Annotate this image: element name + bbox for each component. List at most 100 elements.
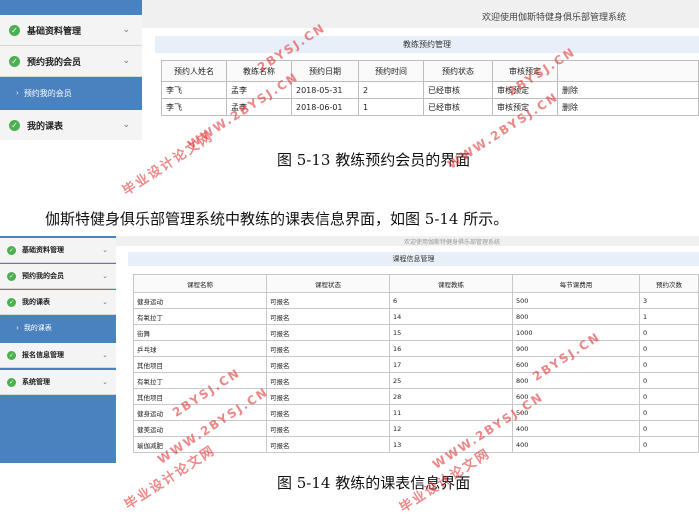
table-cell: 17 bbox=[389, 356, 513, 373]
header-bar: 欢迎使用伽斯特健身俱乐部管理系统 bbox=[142, 0, 699, 28]
check-circle-icon: ✓ bbox=[7, 245, 16, 255]
course-table: 课程名称 课程状态 课程教练 每节课费用 预约次数 健身运动 可报名 6 500 3 有氧拉丁 可报… bbox=[133, 274, 699, 453]
table-cell: 900 bbox=[512, 340, 640, 357]
table-cell: 1 bbox=[358, 98, 424, 116]
table-cell: 健美运动 bbox=[133, 420, 267, 437]
table-cell: 2018-06-01 bbox=[291, 98, 359, 116]
arrow-right-icon: › bbox=[16, 89, 19, 97]
table-cell: 25 bbox=[389, 372, 513, 389]
table-cell: 删除 bbox=[557, 81, 699, 99]
table-cell: 0 bbox=[639, 340, 699, 357]
table-cell: 0 bbox=[639, 404, 699, 421]
table-cell: 0 bbox=[639, 372, 699, 389]
table-cell: 0 bbox=[639, 420, 699, 437]
table-cell: 已经审核 bbox=[423, 81, 493, 99]
table-cell: 0 bbox=[639, 436, 699, 453]
table-cell: 健身运动 bbox=[133, 292, 267, 309]
table-cell: 审核预定 bbox=[492, 98, 558, 116]
table-cell: 李飞 bbox=[161, 81, 227, 99]
column-header: 课程状态 bbox=[266, 274, 390, 293]
table-row: 有氧拉丁 可报名 14 800 1 bbox=[133, 308, 699, 325]
table-row: 健身运动 可报名 6 500 3 bbox=[133, 292, 699, 309]
table-cell: 街舞 bbox=[133, 324, 267, 341]
sidebar-group-label: 基础资料管理 bbox=[22, 246, 64, 254]
table-cell: 16 bbox=[389, 340, 513, 357]
table-header-row: 预约人姓名 教练名称 预约日期 预约时间 预约状态 审核预定 bbox=[161, 60, 699, 82]
table-cell: 孟李 bbox=[226, 98, 292, 116]
table-row: 乒乓球 可报名 16 900 0 bbox=[133, 340, 699, 357]
table-cell: 其他项目 bbox=[133, 388, 267, 405]
sidebar-group-my-bookings[interactable]: ✓ 预约我的会员 ⌄ bbox=[0, 264, 116, 289]
welcome-text: 欢迎使用伽斯特健身俱乐部管理系统 bbox=[404, 239, 501, 246]
table-cell: 瑜伽减肥 bbox=[133, 436, 267, 453]
table-cell: 11 bbox=[389, 404, 513, 421]
table-cell: 0 bbox=[639, 356, 699, 373]
sidebar-group-my-schedule[interactable]: ✓ 我的课表 ⌄ bbox=[0, 290, 116, 315]
table-cell: 可报名 bbox=[266, 436, 390, 453]
chevron-down-icon: ⌄ bbox=[102, 378, 108, 386]
table-cell: 孟李 bbox=[226, 81, 292, 99]
table-cell: 健身运动 bbox=[133, 404, 267, 421]
sidebar-group-my-bookings[interactable]: ✓ 预约我的会员 ⌄ bbox=[0, 46, 142, 77]
sidebar-group-label: 系统管理 bbox=[22, 378, 50, 386]
sidebar-group-my-schedule[interactable]: ✓ 我的课表 ⌄ bbox=[0, 110, 142, 140]
column-header: 教练名称 bbox=[226, 60, 292, 82]
table-row: 健美运动 可报名 12 400 0 bbox=[133, 420, 699, 437]
table-cell: 1000 bbox=[512, 324, 640, 341]
check-circle-icon: ✓ bbox=[9, 24, 20, 36]
chevron-down-icon: ⌄ bbox=[122, 56, 130, 66]
table-row: 健身运动 可报名 11 500 0 bbox=[133, 404, 699, 421]
table-cell: 乒乓球 bbox=[133, 340, 267, 357]
table-cell: 12 bbox=[389, 420, 513, 437]
check-circle-icon: ✓ bbox=[7, 350, 16, 360]
table-cell: 800 bbox=[512, 308, 640, 325]
table-row: 其他项目 可报名 17 600 0 bbox=[133, 356, 699, 373]
sidebar-group-basic-data[interactable]: ✓ 基础资料管理 ⌄ bbox=[0, 15, 142, 46]
sidebar-group-label: 我的课表 bbox=[27, 121, 64, 132]
column-header: 审核预定 bbox=[492, 60, 558, 82]
chevron-down-icon: ⌄ bbox=[102, 272, 108, 280]
sidebar: ✓ 基础资料管理 ⌄ ✓ 预约我的会员 ⌄ ✓ 我的课表 ⌄ › 我的课表 ✓ … bbox=[0, 236, 116, 463]
table-cell: 有氧拉丁 bbox=[133, 308, 267, 325]
table-cell: 400 bbox=[512, 436, 640, 453]
column-header bbox=[557, 60, 699, 82]
sidebar-group-system[interactable]: ✓ 系统管理 ⌄ bbox=[0, 370, 116, 395]
sidebar-item-my-bookings[interactable]: › 预约我的会员 bbox=[0, 81, 142, 105]
check-circle-icon: ✓ bbox=[7, 377, 16, 387]
table-cell: 可报名 bbox=[266, 292, 390, 309]
screenshot-coach-booking: ✓ 基础资料管理 ⌄ ✓ 预约我的会员 ⌄ › 预约我的会员 ✓ 我的课表 ⌄ … bbox=[0, 0, 699, 140]
table-cell: 6 bbox=[389, 292, 513, 309]
table-cell: 500 bbox=[512, 292, 640, 309]
sidebar-group-registration[interactable]: ✓ 报名信息管理 ⌄ bbox=[0, 343, 116, 368]
table-row: 李飞 孟李 2018-05-31 2 已经审核 审核预定 删除 bbox=[161, 81, 699, 99]
check-circle-icon: ✓ bbox=[9, 55, 20, 67]
table-cell: 3 bbox=[639, 292, 699, 309]
column-header: 预约时间 bbox=[358, 60, 424, 82]
chevron-down-icon: ⌄ bbox=[102, 298, 108, 306]
sidebar-group-label: 预约我的会员 bbox=[22, 272, 64, 280]
table-cell: 28 bbox=[389, 388, 513, 405]
table-cell: 可报名 bbox=[266, 404, 390, 421]
check-circle-icon: ✓ bbox=[9, 119, 20, 131]
welcome-text: 欢迎使用伽斯特健身俱乐部管理系统 bbox=[482, 13, 627, 23]
sidebar-item-label: 预约我的会员 bbox=[23, 88, 72, 98]
arrow-right-icon: › bbox=[16, 324, 19, 332]
sidebar-group-label: 我的课表 bbox=[22, 298, 50, 306]
table-cell: 2 bbox=[358, 81, 424, 99]
check-circle-icon: ✓ bbox=[7, 297, 16, 307]
sidebar-group-basic-data[interactable]: ✓ 基础资料管理 ⌄ bbox=[0, 238, 116, 263]
table-cell: 500 bbox=[512, 404, 640, 421]
table-cell: 15 bbox=[389, 324, 513, 341]
sidebar: ✓ 基础资料管理 ⌄ ✓ 预约我的会员 ⌄ › 预约我的会员 ✓ 我的课表 ⌄ bbox=[0, 0, 142, 140]
table-cell: 1 bbox=[639, 308, 699, 325]
table-cell: 已经审核 bbox=[423, 98, 493, 116]
table-row: 李飞 孟李 2018-06-01 1 已经审核 审核预定 删除 bbox=[161, 98, 699, 116]
column-header: 课程教练 bbox=[389, 274, 513, 293]
table-header-row: 课程名称 课程状态 课程教练 每节课费用 预约次数 bbox=[133, 274, 699, 293]
body-paragraph: 伽斯特健身俱乐部管理系统中教练的课表信息界面，如图 5-14 所示。 bbox=[45, 210, 509, 228]
sidebar-group-label: 基础资料管理 bbox=[27, 26, 82, 37]
table-cell: 李飞 bbox=[161, 98, 227, 116]
table-cell: 800 bbox=[512, 372, 640, 389]
sidebar-group-label: 预约我的会员 bbox=[27, 57, 82, 68]
sidebar-item-my-schedule[interactable]: › 我的课表 bbox=[0, 317, 116, 339]
